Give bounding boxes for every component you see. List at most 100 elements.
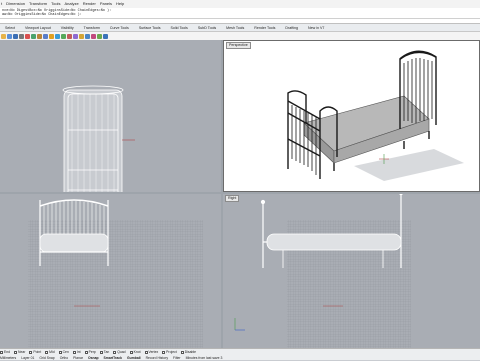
paste-icon[interactable] — [37, 33, 42, 39]
ortho-toggle[interactable]: Ortho — [60, 356, 68, 360]
zoom-window-icon[interactable] — [73, 33, 78, 39]
viewport-perspective-tab[interactable]: Perspective — [226, 42, 251, 49]
osnap-end[interactable]: End — [0, 350, 10, 354]
cut-icon[interactable] — [25, 33, 30, 39]
layer-pane[interactable]: Layer 01 — [21, 356, 34, 360]
menu-item-tools[interactable]: Tools — [51, 0, 60, 8]
osnap-checkbox[interactable] — [162, 350, 166, 354]
tab-surface-tools[interactable]: Surface Tools — [134, 24, 166, 32]
osnap-checkbox[interactable] — [113, 350, 117, 354]
record-history-toggle[interactable]: Record History — [146, 356, 168, 360]
osnap-checkbox[interactable] — [99, 350, 103, 354]
osnap-checkbox[interactable] — [144, 350, 148, 354]
viewport-front[interactable] — [0, 194, 221, 348]
print-icon[interactable] — [19, 33, 24, 39]
status-panes: Millimeters Layer 01 Grid Snap Ortho Pla… — [0, 355, 480, 361]
tab-solid-tools[interactable]: Solid Tools — [166, 24, 193, 32]
menu-item-panels[interactable]: Panels — [100, 0, 112, 8]
osnap-label: Int — [76, 350, 81, 354]
render-icon[interactable] — [91, 33, 96, 39]
osnap-quad[interactable]: Quad — [113, 350, 126, 354]
menu-item-analyze[interactable]: Analyze — [64, 0, 78, 8]
osnap-checkbox[interactable] — [129, 350, 133, 354]
osnap-label: Point — [33, 350, 42, 354]
osnap-label: Project — [166, 350, 177, 354]
osnap-toggle[interactable]: Osnap — [88, 356, 99, 360]
tab-subd-tools[interactable]: SubD Tools — [193, 24, 221, 32]
osnap-perp[interactable]: Perp — [84, 350, 96, 354]
osnap-label: Perp — [88, 350, 96, 354]
osnap-checkbox[interactable] — [84, 350, 88, 354]
tab-render-tools[interactable]: Render Tools — [249, 24, 280, 32]
filter-toggle[interactable]: Filter — [173, 356, 181, 360]
osnap-label: Mid — [49, 350, 55, 354]
status-bar: End Near Point Mid Cen Int Perp Tan Quad Knot Vert… — [0, 348, 480, 360]
osnap-vertex[interactable]: Vertex — [144, 350, 159, 354]
osnap-tan[interactable]: Tan — [99, 350, 110, 354]
copy-icon[interactable] — [31, 33, 36, 39]
osnap-label: Tan — [103, 350, 110, 354]
options-icon[interactable] — [97, 33, 102, 39]
osnap-checkbox[interactable] — [29, 350, 33, 354]
viewport-perspective-canvas — [224, 41, 479, 191]
osnap-point[interactable]: Point — [29, 350, 41, 354]
osnap-checkbox[interactable] — [14, 350, 18, 354]
open-icon[interactable] — [7, 33, 12, 39]
tab-viewport-layout[interactable]: Viewport Layout — [20, 24, 56, 32]
command-history-line-2: aw=No OrigginsSide=No ChainEdges=No ): — [2, 13, 82, 17]
viewport-top-canvas — [0, 40, 221, 192]
units-pane[interactable]: Millimeters — [0, 356, 16, 360]
tab-drafting[interactable]: Drafting — [280, 24, 303, 32]
tab-visibility[interactable]: Visibility — [56, 24, 79, 32]
help-icon[interactable] — [103, 33, 108, 39]
tab-new-in-v7[interactable]: New in V7 — [303, 24, 329, 32]
gumball-toggle[interactable]: Gumball — [127, 356, 141, 360]
osnap-label: End — [4, 350, 11, 354]
tab-curve-tools[interactable]: Curve Tools — [105, 24, 134, 32]
viewport-perspective[interactable]: Perspective — [223, 40, 480, 192]
menu-item-render[interactable]: Render — [83, 0, 96, 8]
osnap-checkbox[interactable] — [0, 350, 3, 354]
properties-icon[interactable] — [85, 33, 90, 39]
osnap-checkbox[interactable] — [72, 350, 76, 354]
osnap-checkbox[interactable] — [180, 350, 184, 354]
osnap-mid[interactable]: Mid — [45, 350, 55, 354]
osnap-cen[interactable]: Cen — [58, 350, 69, 354]
pan-icon[interactable] — [49, 33, 54, 39]
command-history: nce=No DigestBox=No OrigginsSide=No Chai… — [0, 8, 480, 19]
osnap-project[interactable]: Project — [162, 350, 177, 354]
save-icon[interactable] — [13, 33, 18, 39]
osnap-disable[interactable]: Disable — [180, 350, 196, 354]
bed-top-wireframe — [62, 85, 124, 192]
osnap-checkbox[interactable] — [45, 350, 49, 354]
tab-select[interactable]: Select — [0, 24, 20, 32]
planar-toggle[interactable]: Planar — [73, 356, 83, 360]
osnap-near[interactable]: Near — [14, 350, 25, 354]
zoom-icon[interactable] — [61, 33, 66, 39]
menu-item-dimension[interactable]: Dimension — [6, 0, 25, 8]
menu-item-t[interactable]: t — [1, 0, 2, 8]
menu-item-help[interactable]: Help — [116, 0, 124, 8]
standard-toolbar — [0, 32, 480, 40]
osnap-label: Quad — [117, 350, 126, 354]
layer-icon[interactable] — [79, 33, 84, 39]
viewport-area: Perspective Right — [0, 40, 480, 348]
status-message: Minutes from last save 3 — [185, 356, 223, 360]
viewport-right[interactable]: Right — [223, 194, 480, 348]
viewport-top[interactable] — [0, 40, 221, 192]
smarttrack-toggle[interactable]: SmartTrack — [104, 356, 122, 360]
osnap-knot[interactable]: Knot — [129, 350, 141, 354]
grid-snap-toggle[interactable]: Grid Snap — [39, 356, 54, 360]
new-icon[interactable] — [1, 33, 6, 39]
zoom-extents-icon[interactable] — [67, 33, 72, 39]
menu-item-transform[interactable]: Transform — [29, 0, 47, 8]
viewport-right-tab[interactable]: Right — [225, 195, 240, 202]
tab-mesh-tools[interactable]: Mesh Tools — [221, 24, 249, 32]
tab-transform[interactable]: Transform — [79, 24, 105, 32]
undo-icon[interactable] — [43, 33, 48, 39]
osnap-label: Cen — [62, 350, 69, 354]
osnap-label: Vertex — [148, 350, 159, 354]
rotate-icon[interactable] — [55, 33, 60, 39]
osnap-int[interactable]: Int — [72, 350, 81, 354]
osnap-checkbox[interactable] — [58, 350, 62, 354]
